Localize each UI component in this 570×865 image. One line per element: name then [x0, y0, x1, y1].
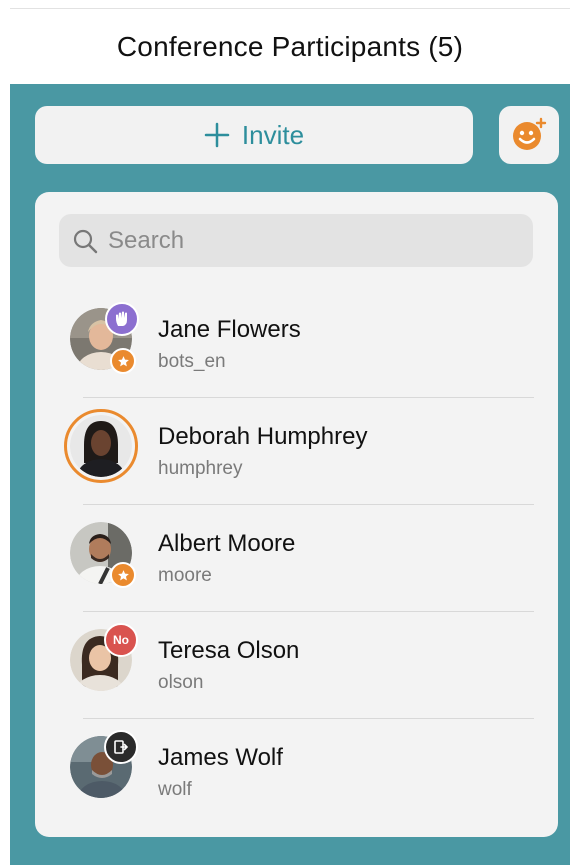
- muted-badge-label: No: [113, 633, 129, 647]
- participant-name: Jane Flowers: [158, 316, 301, 343]
- search-bar[interactable]: [59, 214, 533, 267]
- app-frame: Conference Participants (5) Invite Searc…: [10, 8, 570, 865]
- invite-button[interactable]: Invite: [35, 106, 473, 164]
- raise-hand-icon: [105, 302, 139, 336]
- star-icon: [110, 348, 136, 374]
- participant-row[interactable]: James Wolf wolf: [35, 719, 558, 826]
- participant-username: moore: [158, 565, 212, 586]
- avatar: [64, 409, 138, 483]
- participants-panel: Jane Flowers bots_en: [35, 192, 558, 837]
- plus-icon: [204, 122, 230, 148]
- participant-username: wolf: [158, 779, 192, 800]
- avatar: [70, 730, 138, 798]
- avatar: [70, 522, 136, 588]
- participant-name: Deborah Humphrey: [158, 423, 368, 450]
- search-icon: [73, 229, 98, 253]
- participant-row[interactable]: Albert Moore moore: [35, 505, 558, 612]
- header: Conference Participants (5): [10, 8, 570, 84]
- participant-list: Jane Flowers bots_en Deborah Humphrey hu…: [35, 291, 558, 826]
- star-icon: [110, 562, 136, 588]
- search-input[interactable]: [106, 225, 530, 256]
- speaking-ring: [64, 409, 138, 483]
- add-emoji-icon: [513, 117, 547, 150]
- avatar: No: [70, 623, 138, 691]
- participant-name: James Wolf: [158, 744, 283, 771]
- page-title: Conference Participants (5): [116, 30, 464, 62]
- participant-row[interactable]: Jane Flowers bots_en: [35, 291, 558, 398]
- leave-icon: [104, 730, 138, 764]
- participant-username: olson: [158, 672, 204, 693]
- participant-name: Teresa Olson: [158, 637, 300, 664]
- muted-badge: No: [104, 623, 138, 657]
- participant-row[interactable]: No Teresa Olson olson: [35, 612, 558, 719]
- participant-name: Albert Moore: [158, 530, 296, 557]
- participant-username: humphrey: [158, 458, 243, 479]
- participant-row[interactable]: Deborah Humphrey humphrey: [35, 398, 558, 505]
- invite-label: Invite: [241, 119, 305, 150]
- avatar: [70, 302, 139, 374]
- add-reaction-button[interactable]: [499, 106, 559, 164]
- participant-username: bots_en: [158, 351, 226, 372]
